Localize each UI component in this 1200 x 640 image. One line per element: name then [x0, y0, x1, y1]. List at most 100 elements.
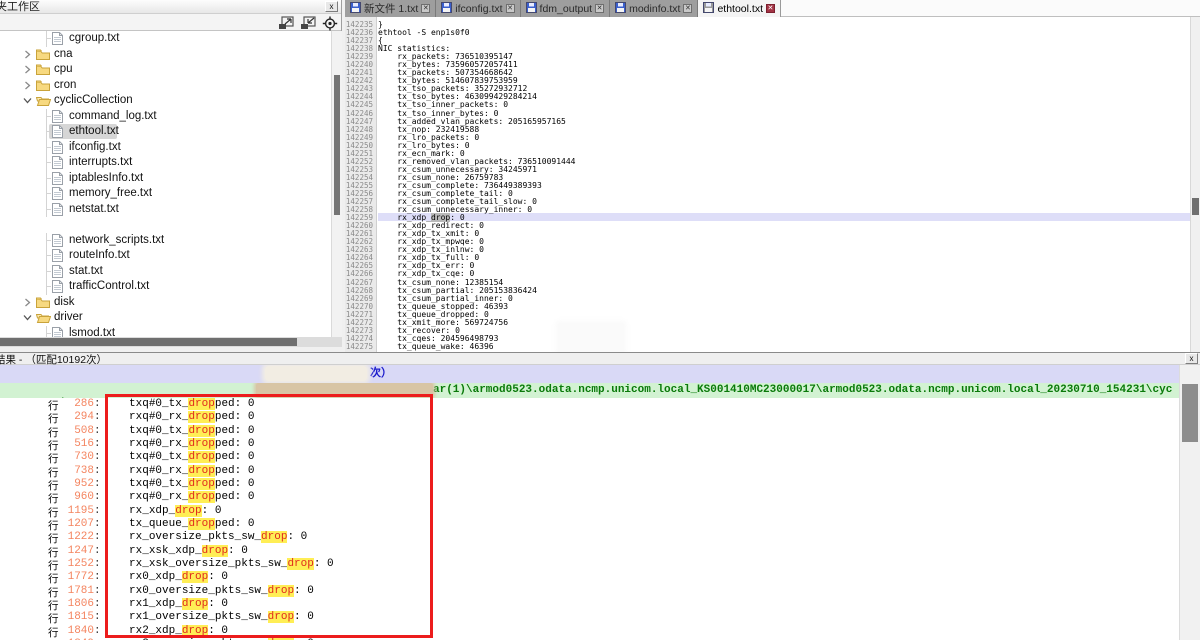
- save-icon: [615, 2, 626, 16]
- tree-horizontal-scrollbar[interactable]: [0, 337, 342, 347]
- tab-close-icon[interactable]: ✕: [683, 4, 692, 13]
- tree-item-memory-free-txt[interactable]: memory_free.txt: [0, 186, 331, 202]
- tree-vscroll-thumb[interactable]: [334, 75, 340, 215]
- tree-item-iptablesinfo-txt[interactable]: iptablesInfo.txt: [0, 171, 331, 187]
- result-colon: :: [94, 438, 101, 451]
- tree-item-label: command_log.txt: [67, 110, 159, 123]
- tree-connector: [46, 116, 51, 117]
- line-number: 142267: [345, 278, 376, 286]
- tree-item-routeinfo-txt[interactable]: routeInfo.txt: [0, 248, 331, 264]
- result-line-number: 508: [62, 425, 94, 438]
- tab-ifconfig-txt[interactable]: ifconfig.txt✕: [436, 0, 520, 17]
- tree-item-label: ifconfig.txt: [67, 141, 123, 154]
- result-colon: :: [94, 531, 101, 544]
- result-colon: :: [94, 558, 101, 571]
- tree-vertical-scrollbar[interactable]: [331, 31, 342, 337]
- result-row-prefix: 行: [48, 505, 62, 518]
- tab-label: modinfo.txt: [629, 3, 680, 15]
- code-line: rx_xdp_redirect: 0: [378, 221, 1190, 229]
- code-line: rx_ecn_mark: 0: [378, 149, 1190, 157]
- tab-close-icon[interactable]: ✕: [506, 4, 515, 13]
- tab-fdm-output[interactable]: fdm_output✕: [521, 0, 611, 17]
- tree-item-cycliccollection[interactable]: cyclicCollection: [0, 93, 331, 109]
- tree-item-label: cgroup.txt: [67, 32, 122, 45]
- code-line: rx_csum_complete: 736449389393: [378, 181, 1190, 189]
- tree-item-netstat-txt[interactable]: netstat.txt: [0, 202, 331, 218]
- result-colon: :: [94, 425, 101, 438]
- result-row-prefix: 行: [48, 598, 62, 611]
- tree-item-interrupts-txt[interactable]: interrupts.txt: [0, 155, 331, 171]
- workspace-titlebar: 夹工作区 x: [0, 0, 341, 14]
- tab-close-icon[interactable]: ✕: [595, 4, 604, 13]
- line-number: 142275: [345, 342, 376, 350]
- tree-item-trafficcontrol-txt[interactable]: trafficControl.txt: [0, 279, 331, 295]
- tree-item-network-scripts-txt[interactable]: network_scripts.txt: [0, 233, 331, 249]
- tree-item-driver[interactable]: driver: [0, 310, 331, 326]
- tree-item-cpu[interactable]: cpu: [0, 62, 331, 78]
- tree-item-label: netstat.txt: [67, 203, 121, 216]
- search-summary-suffix: 次）: [370, 365, 392, 383]
- code-line: rx_xdp_tx_full: 0: [378, 253, 1190, 261]
- editor-vertical-scrollbar[interactable]: [1190, 17, 1200, 352]
- tree-item-cna[interactable]: cna: [0, 47, 331, 63]
- tree-item-ifconfig-txt[interactable]: ifconfig.txt: [0, 140, 331, 156]
- tree-connector: [46, 255, 51, 256]
- code-line: tx_packets: 507354668642: [378, 68, 1190, 76]
- tree-item-cgroup-txt[interactable]: cgroup.txt: [0, 31, 331, 47]
- save-icon: [441, 2, 452, 16]
- results-vscroll-thumb[interactable]: [1182, 384, 1198, 442]
- result-line-number: 1222: [62, 531, 94, 544]
- tree-connector: [46, 131, 51, 132]
- line-number: 142256: [345, 189, 376, 197]
- tree-item-label: disk: [52, 296, 76, 309]
- tree-item-lsmod-txt[interactable]: lsmod.txt: [0, 326, 331, 338]
- code-line: tx_nop: 232419588: [378, 125, 1190, 133]
- tree-item-command-log-txt[interactable]: command_log.txt: [0, 109, 331, 125]
- file-path-suffix: ar(1)\armod0523.odata.ncmp.unicom.local_…: [433, 383, 1172, 398]
- collapse-all-icon[interactable]: [300, 16, 317, 30]
- line-number: 142258: [345, 205, 376, 213]
- line-number: 142235: [345, 20, 376, 28]
- tab-ethtool-txt[interactable]: ethtool.txt✕: [698, 0, 781, 17]
- tab-close-icon[interactable]: ✕: [766, 4, 775, 13]
- result-row-prefix: 行: [48, 451, 62, 464]
- workspace-close-icon[interactable]: x: [325, 1, 338, 12]
- line-number: 142271: [345, 310, 376, 318]
- line-number: 142263: [345, 245, 376, 253]
- tab-modinfo-txt[interactable]: modinfo.txt✕: [610, 0, 698, 17]
- chevron-right-icon[interactable]: [23, 81, 32, 90]
- result-row-prefix: 行: [48, 425, 62, 438]
- code-line: tx_queue_wake: 46396: [378, 342, 1190, 350]
- tree-item-disk[interactable]: disk: [0, 295, 331, 311]
- line-number: 142274: [345, 334, 376, 342]
- code-line: tx_recover: 0: [378, 326, 1190, 334]
- line-number: 142259: [345, 213, 376, 221]
- folder-open-icon: [36, 95, 51, 109]
- tree-item-stat-txt[interactable]: stat.txt: [0, 264, 331, 280]
- folder-icon: [36, 49, 50, 63]
- tree-item-cron[interactable]: cron: [0, 78, 331, 94]
- search-summary-line[interactable]: 索 "drop" （1个文件中匹配到10192次，总计 次）: [0, 365, 1179, 383]
- tree-item-label: driver: [52, 311, 85, 324]
- results-vertical-scrollbar[interactable]: [1179, 365, 1200, 640]
- chevron-down-icon[interactable]: [23, 313, 32, 322]
- tree-connector: [46, 333, 51, 334]
- results-close-icon[interactable]: x: [1185, 353, 1198, 364]
- locate-file-icon[interactable]: [322, 16, 339, 30]
- editor-panel: 新文件 1.txt✕ifconfig.txt✕fdm_output✕modinf…: [345, 0, 1200, 352]
- editor-tab-bar: 新文件 1.txt✕ifconfig.txt✕fdm_output✕modinf…: [345, 0, 1200, 17]
- tab-close-icon[interactable]: ✕: [421, 4, 430, 13]
- chevron-right-icon[interactable]: [23, 50, 32, 59]
- chevron-right-icon[interactable]: [23, 65, 32, 74]
- chevron-down-icon[interactable]: [23, 96, 32, 105]
- editor-text-area[interactable]: }ethtool -S enp1s0f0{NIC statistics: rx_…: [378, 17, 1190, 352]
- tab-新文件-1-txt[interactable]: 新文件 1.txt✕: [345, 0, 436, 17]
- tree-item-ethtool-txt[interactable]: ethtool.txt: [0, 124, 331, 140]
- editor-vscroll-thumb[interactable]: [1192, 198, 1199, 215]
- result-line-number: 730: [62, 451, 94, 464]
- tree-item-label: lsmod.txt: [67, 327, 117, 338]
- expand-all-icon[interactable]: [278, 16, 295, 30]
- code-line: }: [378, 20, 1190, 28]
- chevron-right-icon[interactable]: [23, 298, 32, 307]
- tree-hscroll-thumb[interactable]: [0, 338, 297, 346]
